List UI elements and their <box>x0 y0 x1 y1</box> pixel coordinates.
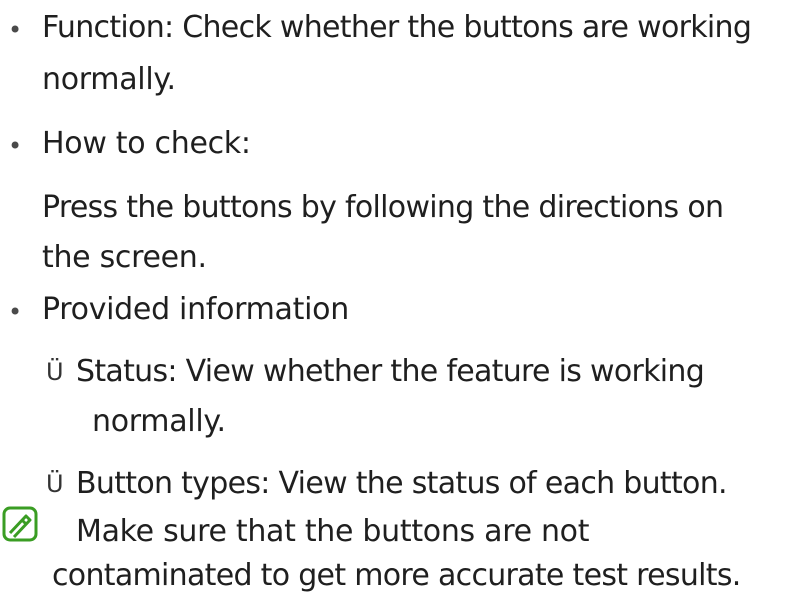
provided-information-heading: Provided information <box>42 292 349 327</box>
function-text-line-2: normally. <box>42 62 176 97</box>
note-icon <box>2 506 38 542</box>
bullet-marker: • <box>8 298 23 326</box>
bullet-marker: • <box>8 16 23 44</box>
button-types-text: Button types: View the status of each bu… <box>76 466 728 501</box>
how-to-check-heading: How to check: <box>42 126 251 161</box>
status-text-line-2: normally. <box>92 404 226 439</box>
how-to-check-line-1: Press the buttons by following the direc… <box>42 190 724 225</box>
how-to-check-line-2: the screen. <box>42 240 207 275</box>
bullet-marker: • <box>8 132 23 160</box>
sub-bullet-marker: Ü <box>46 358 64 386</box>
note-text-line-1: Make sure that the buttons are not <box>76 514 590 549</box>
status-text-line-1: Status: View whether the feature is work… <box>76 354 705 389</box>
sub-bullet-marker: Ü <box>46 470 64 498</box>
note-text-line-2: contaminated to get more accurate test r… <box>52 558 741 593</box>
function-text-line-1: Function: Check whether the buttons are … <box>42 10 752 45</box>
manual-page: • Function: Check whether the buttons ar… <box>0 0 798 598</box>
